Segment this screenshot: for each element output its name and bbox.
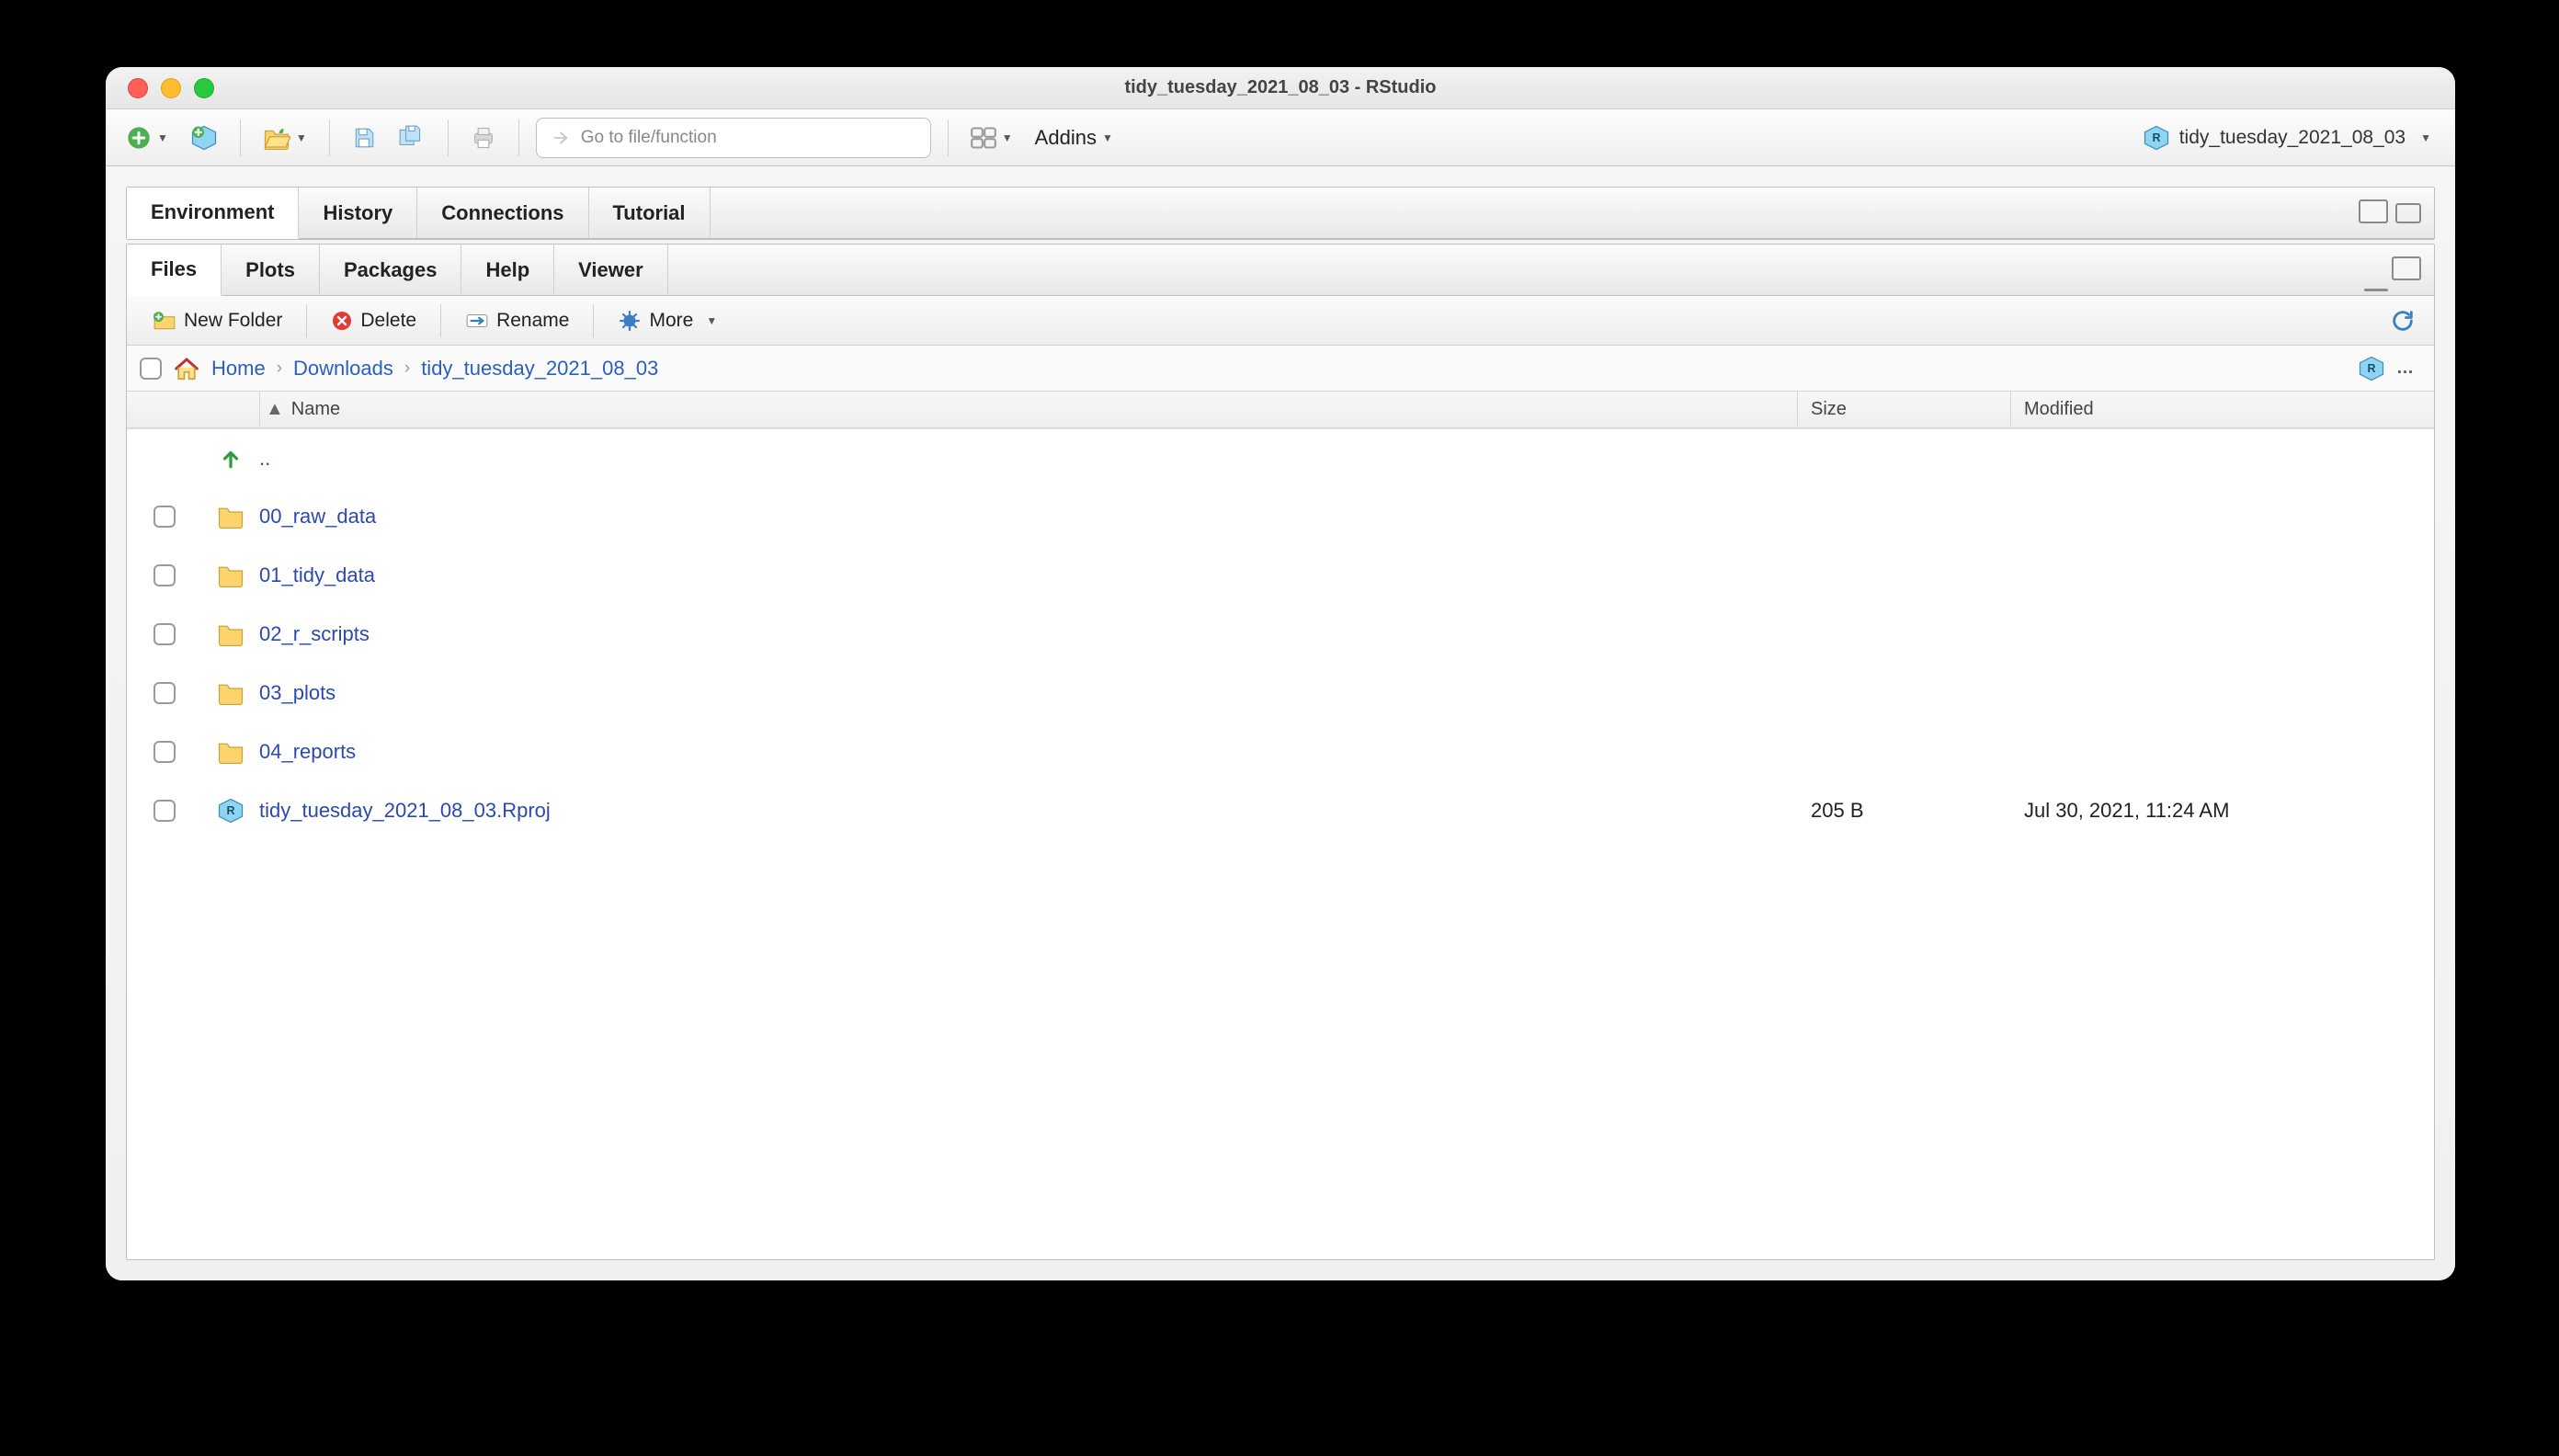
rstudio-window: tidy_tuesday_2021_08_03 - RStudio ▼ ▼ [106, 67, 2455, 1280]
file-row[interactable]: 01_tidy_data [127, 546, 2434, 605]
addins-label: Addins [1035, 126, 1097, 150]
file-row[interactable]: 02_r_scripts [127, 605, 2434, 664]
project-name: tidy_tuesday_2021_08_03 [2179, 127, 2405, 149]
row-checkbox[interactable] [154, 741, 176, 763]
panes-area: Environment History Connections Tutorial… [106, 166, 2455, 1280]
minimize-pane-icon[interactable] [2364, 289, 2388, 291]
more-menu[interactable]: More ▼ [605, 301, 730, 340]
file-name[interactable]: 04_reports [259, 740, 1798, 764]
up-arrow-icon [219, 447, 243, 471]
folder-icon [202, 505, 259, 529]
goto-file-input[interactable]: Go to file/function [536, 118, 931, 158]
new-project-button[interactable] [185, 119, 223, 156]
main-toolbar: ▼ ▼ Go to file/function ▼ [106, 109, 2455, 166]
more-path-button[interactable]: … [2396, 358, 2416, 379]
file-list: .. 00_raw_data 01_tidy_data 02_r_scripts 03… [127, 428, 2434, 1259]
file-name[interactable]: 01_tidy_data [259, 563, 1798, 587]
folder-icon [202, 681, 259, 705]
workspace-panes-button[interactable]: ▼ [965, 119, 1018, 156]
tab-environment[interactable]: Environment [127, 188, 299, 239]
tab-help[interactable]: Help [461, 245, 554, 295]
breadcrumb-home[interactable]: Home [211, 357, 266, 381]
new-file-button[interactable]: ▼ [120, 119, 174, 156]
files-tabs: Files Plots Packages Help Viewer [127, 245, 2434, 296]
restore-pane-icon[interactable] [2362, 203, 2388, 223]
save-button[interactable] [347, 119, 381, 156]
tab-tutorial[interactable]: Tutorial [589, 188, 711, 238]
breadcrumb-downloads[interactable]: Downloads [293, 357, 393, 381]
file-name[interactable]: 02_r_scripts [259, 622, 1798, 646]
file-name[interactable]: tidy_tuesday_2021_08_03.Rproj [259, 799, 1798, 823]
column-name-header[interactable]: ▲ Name [259, 392, 1798, 427]
rename-button[interactable]: Rename [452, 301, 582, 340]
rproj-icon: R [202, 797, 259, 825]
delete-button[interactable]: Delete [318, 301, 429, 340]
file-name[interactable]: 03_plots [259, 681, 1798, 705]
environment-tabs: Environment History Connections Tutorial [127, 188, 2434, 239]
titlebar: tidy_tuesday_2021_08_03 - RStudio [106, 67, 2455, 109]
goto-file-placeholder: Go to file/function [581, 128, 717, 148]
row-checkbox[interactable] [154, 506, 176, 528]
refresh-button[interactable] [2384, 301, 2421, 340]
tab-packages[interactable]: Packages [320, 245, 462, 295]
save-all-button[interactable] [392, 119, 431, 156]
column-size-header[interactable]: Size [1798, 392, 2011, 427]
file-modified: Jul 30, 2021, 11:24 AM [2011, 799, 2434, 823]
row-checkbox[interactable] [154, 682, 176, 704]
tab-plots[interactable]: Plots [222, 245, 320, 295]
breadcrumb-current[interactable]: tidy_tuesday_2021_08_03 [421, 357, 658, 381]
file-row[interactable]: Rtidy_tuesday_2021_08_03.Rproj205 BJul 3… [127, 781, 2434, 840]
file-name[interactable]: 00_raw_data [259, 505, 1798, 529]
row-checkbox[interactable] [154, 800, 176, 822]
parent-directory-row[interactable]: .. [127, 428, 2434, 487]
file-columns-header: ▲ Name Size Modified [127, 392, 2434, 428]
column-modified-header[interactable]: Modified [2011, 392, 2434, 427]
svg-text:R: R [2367, 361, 2375, 374]
environment-panel: Environment History Connections Tutorial [126, 187, 2435, 240]
svg-text:R: R [226, 804, 234, 817]
sort-asc-icon: ▲ [266, 399, 284, 420]
maximize-pane-icon[interactable] [2395, 203, 2421, 223]
file-size: 205 B [1798, 799, 2011, 823]
file-row[interactable]: 04_reports [127, 722, 2434, 781]
files-panel: Files Plots Packages Help Viewer New Fol… [126, 244, 2435, 1260]
file-row[interactable]: 00_raw_data [127, 487, 2434, 546]
home-icon[interactable] [173, 356, 200, 381]
project-menu[interactable]: R tidy_tuesday_2021_08_03 ▼ [2133, 124, 2440, 152]
tab-connections[interactable]: Connections [417, 188, 588, 238]
breadcrumb-separator: › [404, 358, 410, 379]
tab-history[interactable]: History [299, 188, 417, 238]
breadcrumb: Home › Downloads › tidy_tuesday_2021_08_… [127, 346, 2434, 392]
select-all-checkbox[interactable] [140, 358, 162, 380]
svg-text:R: R [2152, 131, 2160, 143]
folder-icon [202, 563, 259, 587]
print-button[interactable] [465, 119, 502, 156]
tab-files[interactable]: Files [127, 245, 222, 296]
addins-menu[interactable]: Addins ▼ [1029, 119, 1119, 156]
go-to-project-icon[interactable]: R [2358, 355, 2385, 382]
new-folder-button[interactable]: New Folder [140, 301, 295, 340]
maximize-files-pane-icon[interactable] [2395, 260, 2421, 280]
breadcrumb-separator: › [277, 358, 282, 379]
file-row[interactable]: 03_plots [127, 664, 2434, 722]
row-checkbox[interactable] [154, 623, 176, 645]
files-toolbar: New Folder Delete Rename More ▼ [127, 296, 2434, 346]
open-file-button[interactable]: ▼ [257, 119, 313, 156]
folder-icon [202, 740, 259, 764]
window-title: tidy_tuesday_2021_08_03 - RStudio [106, 77, 2455, 98]
folder-icon [202, 622, 259, 646]
row-checkbox[interactable] [154, 564, 176, 586]
tab-viewer[interactable]: Viewer [554, 245, 668, 295]
